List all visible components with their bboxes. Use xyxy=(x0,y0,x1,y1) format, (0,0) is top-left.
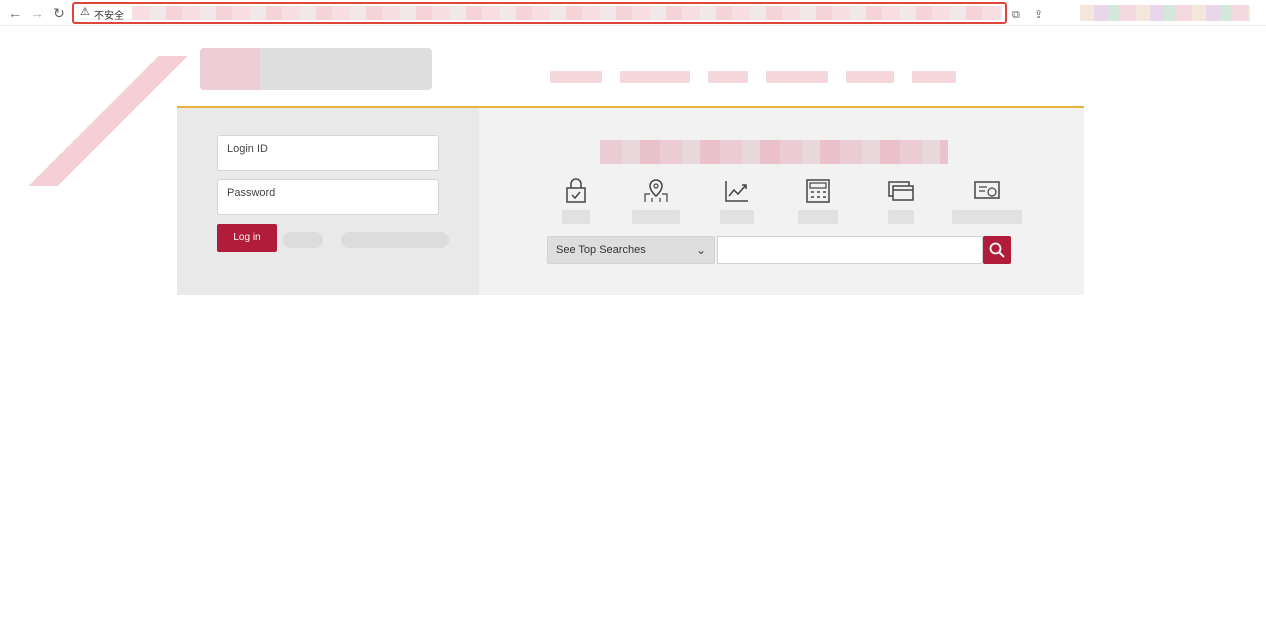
lock-icon xyxy=(566,178,586,203)
back-icon[interactable]: ← xyxy=(6,4,24,22)
hero-window xyxy=(1030,270,1250,470)
label-redacted xyxy=(720,210,754,224)
nav-item-redacted[interactable] xyxy=(846,71,894,83)
quick-link-check-payment[interactable] xyxy=(950,178,1024,228)
browser-toolbar: ← → ↻ ⚠ 不安全 ⧉ ⇪ xyxy=(0,0,1266,26)
login-id-input[interactable] xyxy=(218,136,438,170)
quick-link-lock[interactable] xyxy=(546,178,606,228)
extensions-redacted xyxy=(1080,5,1250,21)
login-links-redacted xyxy=(283,232,467,253)
search-icon xyxy=(989,242,1005,258)
seebug-logo-icon xyxy=(1122,600,1155,632)
hero-copper-pot xyxy=(378,366,458,424)
search-button[interactable] xyxy=(983,236,1011,264)
quick-link-location[interactable] xyxy=(626,178,686,228)
nav-item-redacted[interactable] xyxy=(550,71,602,83)
logo-redacted[interactable] xyxy=(200,48,432,90)
nav-item-redacted[interactable] xyxy=(708,71,748,83)
top-nav-redacted xyxy=(550,70,974,88)
hero-face-redacted xyxy=(760,350,910,550)
translate-icon[interactable]: ⧉ xyxy=(1012,9,1026,23)
quick-access: See Top Searches ⌄ xyxy=(479,108,1084,295)
calculator-icon xyxy=(806,179,830,203)
toolbar-icons: ⧉ ⇪ xyxy=(1012,5,1056,23)
chevron-down-icon: ⌄ xyxy=(695,243,706,257)
login-form: Log in xyxy=(177,108,479,295)
url-redacted xyxy=(132,6,1002,20)
location-pin-icon xyxy=(644,179,668,202)
label-redacted xyxy=(562,210,590,224)
hero-counter xyxy=(0,570,1266,644)
label-redacted xyxy=(888,210,914,224)
hero-shelf xyxy=(318,328,673,342)
label-redacted xyxy=(952,210,1022,224)
login-id-field[interactable] xyxy=(217,135,439,171)
top-searches-dropdown[interactable]: See Top Searches ⌄ xyxy=(547,236,715,264)
chart-icon xyxy=(725,181,748,202)
hero-person-redacted xyxy=(680,330,990,644)
security-label: 不安全 xyxy=(94,11,124,22)
search-field[interactable] xyxy=(717,236,983,264)
password-input[interactable] xyxy=(218,180,438,214)
site-header xyxy=(0,26,1266,186)
nav-item-redacted[interactable] xyxy=(912,71,956,83)
headline-redacted xyxy=(600,140,948,164)
hero-window xyxy=(790,270,1020,470)
redacted-decoration xyxy=(28,56,188,186)
hero-image xyxy=(0,270,1266,644)
hero-shelf xyxy=(318,428,638,442)
password-field[interactable] xyxy=(217,179,439,215)
check-payment-icon xyxy=(974,181,1000,199)
dropdown-selected-label: See Top Searches xyxy=(556,244,646,256)
nav-item-redacted[interactable] xyxy=(766,71,828,83)
hero-cabinet xyxy=(0,270,90,520)
login-button[interactable]: Log in xyxy=(217,224,277,252)
label-redacted xyxy=(632,210,680,224)
hero-backsplash xyxy=(310,300,670,580)
link-redacted[interactable] xyxy=(283,232,323,248)
label-redacted xyxy=(798,210,838,224)
warning-icon: ⚠ xyxy=(80,6,90,18)
forward-icon[interactable]: → xyxy=(28,4,46,22)
quick-link-cards[interactable] xyxy=(871,178,931,228)
login-panel: Log in ID Log in See Top Searches ⌄ xyxy=(177,108,1084,295)
share-icon[interactable]: ⇪ xyxy=(1034,8,1048,22)
watermark: Seebug xyxy=(1122,600,1236,632)
reload-icon[interactable]: ↻ xyxy=(50,4,68,22)
link-redacted[interactable] xyxy=(341,232,449,248)
nav-item-redacted[interactable] xyxy=(620,71,690,83)
watermark-text: Seebug xyxy=(1160,604,1236,628)
quick-link-calculator[interactable] xyxy=(788,178,848,228)
cards-icon xyxy=(888,181,914,201)
address-bar[interactable]: ⚠ 不安全 xyxy=(72,2,1007,24)
search-input[interactable] xyxy=(718,237,982,263)
quick-link-chart[interactable] xyxy=(707,178,767,228)
